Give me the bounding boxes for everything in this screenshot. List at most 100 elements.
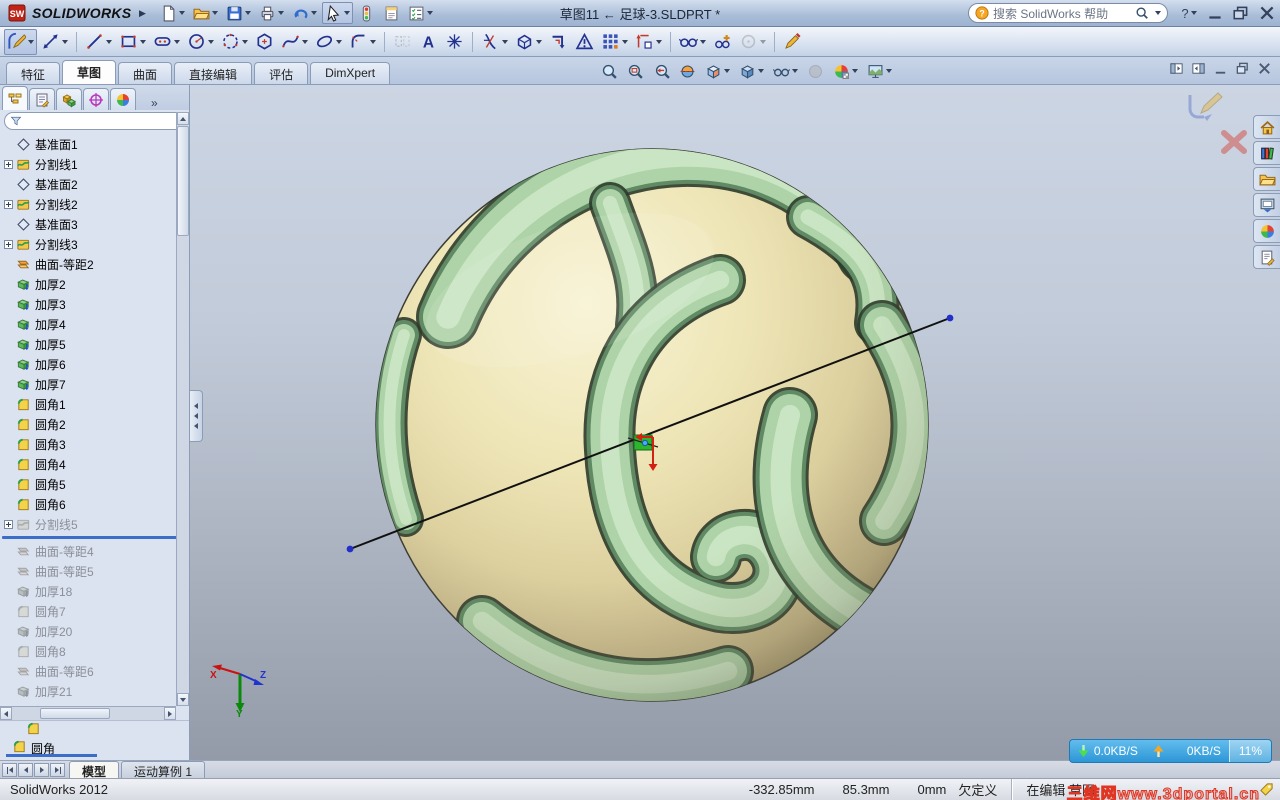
command-tab-DimXpert[interactable]: DimXpert — [310, 62, 391, 84]
zoom-fit-button[interactable] — [598, 60, 621, 82]
panel-tab-featuremanager[interactable] — [2, 86, 28, 110]
dropdown-arrow-icon[interactable] — [242, 39, 248, 44]
repair-sketch-button[interactable] — [572, 29, 597, 55]
tree-item-圆角1[interactable]: 圆角1 — [0, 394, 189, 414]
tree-item-圆角6[interactable]: 圆角6 — [0, 494, 189, 514]
scroll-left-button[interactable] — [0, 707, 12, 720]
hscrollbar-thumb[interactable] — [40, 708, 110, 719]
new-file-button[interactable] — [157, 2, 188, 24]
tree-item-分割线1[interactable]: 分割线1 — [0, 154, 189, 174]
rapid-sketch-button[interactable] — [780, 29, 805, 55]
slot-button[interactable] — [150, 29, 183, 55]
dropdown-arrow-icon[interactable] — [174, 39, 180, 44]
pane-left-doc-button[interactable] — [1169, 61, 1184, 79]
tree-item-加厚7[interactable]: 加厚7 — [0, 374, 189, 394]
linear-pattern-button[interactable] — [598, 29, 631, 55]
scroll-first-tab-button[interactable] — [2, 763, 17, 777]
tree-item-圆角2[interactable]: 圆角2 — [0, 414, 189, 434]
tree-vertical-scrollbar[interactable] — [176, 112, 189, 706]
dropdown-arrow-icon[interactable] — [622, 39, 628, 44]
spline-button[interactable] — [278, 29, 311, 55]
polygon-button[interactable] — [252, 29, 277, 55]
quick-tip-tag-icon[interactable] — [1259, 782, 1274, 797]
soccer-ball[interactable] — [375, 148, 1046, 702]
dropdown-arrow-icon[interactable] — [758, 69, 764, 73]
task-pane-tab-design-library[interactable] — [1253, 141, 1280, 165]
rollback-bar[interactable] — [6, 754, 97, 757]
tree-item-加厚21[interactable]: 加厚21 — [0, 681, 189, 701]
tree-item-基准面1[interactable]: 基准面1 — [0, 134, 189, 154]
scroll-next-tab-button[interactable] — [34, 763, 49, 777]
dropdown-arrow-icon[interactable] — [302, 39, 308, 44]
minimize-doc-button[interactable] — [1213, 61, 1228, 79]
command-tab-直接编辑[interactable]: 直接编辑 — [174, 62, 253, 84]
dropdown-arrow-icon[interactable] — [502, 39, 508, 44]
circle-button[interactable] — [184, 29, 217, 55]
previous-view-button[interactable] — [650, 60, 673, 82]
add-relation-button[interactable] — [710, 29, 735, 55]
scroll-down-button[interactable] — [177, 693, 189, 706]
dropdown-arrow-icon[interactable] — [179, 11, 186, 15]
command-tab-特征[interactable]: 特征 — [6, 62, 61, 84]
tree-item-分割线5[interactable]: 分割线5 — [0, 514, 189, 534]
dropdown-arrow-icon[interactable] — [208, 39, 214, 44]
dropdown-arrow-icon[interactable] — [344, 11, 351, 15]
scroll-right-button[interactable] — [164, 707, 176, 720]
edit-appearance-button[interactable] — [830, 60, 861, 82]
task-pane-tab-view-palette[interactable] — [1253, 193, 1280, 217]
dropdown-arrow-icon[interactable] — [700, 39, 706, 44]
tree-item-圆角3[interactable]: 圆角3 — [0, 434, 189, 454]
minimize-button[interactable] — [1206, 5, 1224, 21]
task-pane-tab-appearances[interactable] — [1253, 219, 1280, 243]
panel-tab-configurationmanager[interactable] — [56, 88, 82, 110]
ellipse-button[interactable] — [312, 29, 345, 55]
dropdown-arrow-icon[interactable] — [245, 11, 252, 15]
tree-filter-box[interactable] — [4, 112, 185, 130]
command-tab-评估[interactable]: 评估 — [254, 62, 309, 84]
dropdown-arrow-icon[interactable] — [760, 39, 766, 44]
tree-item-加厚2[interactable]: 加厚2 — [0, 274, 189, 294]
bottom-tab-运动算例 1[interactable]: 运动算例 1 — [121, 761, 206, 779]
tree-item-基准面3[interactable]: 基准面3 — [0, 214, 189, 234]
close-doc-button[interactable] — [1257, 61, 1272, 79]
model-viewport[interactable]: X Y Z — [190, 85, 1280, 760]
restore-button[interactable] — [1232, 5, 1250, 21]
dropdown-arrow-icon[interactable] — [28, 39, 34, 44]
scroll-up-button[interactable] — [177, 112, 189, 125]
tree-item-加厚5[interactable]: 加厚5 — [0, 334, 189, 354]
dropdown-arrow-icon[interactable] — [106, 39, 112, 44]
checklist-button[interactable] — [405, 2, 436, 24]
save-button[interactable] — [223, 2, 254, 24]
rectangle-button[interactable] — [116, 29, 149, 55]
section-view-button[interactable] — [676, 60, 699, 82]
search-icon[interactable] — [1135, 6, 1149, 20]
search-dropdown-icon[interactable] — [1155, 11, 1161, 15]
dropdown-arrow-icon[interactable] — [311, 11, 318, 15]
display-relations-button[interactable] — [676, 29, 709, 55]
panel-splitter-handle[interactable] — [190, 390, 203, 442]
dropdown-arrow-icon[interactable] — [140, 39, 146, 44]
dropdown-arrow-icon[interactable] — [278, 11, 285, 15]
tree-item-曲面-等距5[interactable]: 曲面-等距5 — [0, 561, 189, 581]
panel-tabs-overflow-button[interactable]: » — [151, 96, 158, 110]
dropdown-arrow-icon[interactable] — [536, 39, 542, 44]
dropdown-arrow-icon[interactable] — [724, 69, 730, 73]
help-button[interactable]: ? — [1180, 5, 1198, 21]
dropdown-arrow-icon[interactable] — [370, 39, 376, 44]
expand-icon[interactable] — [4, 159, 13, 169]
command-tab-曲面[interactable]: 曲面 — [118, 62, 173, 84]
task-pane-tab-file-explorer[interactable] — [1253, 167, 1280, 191]
scroll-last-tab-button[interactable] — [50, 763, 65, 777]
apply-scene-button[interactable] — [864, 60, 895, 82]
tree-item-分割线3[interactable]: 分割线3 — [0, 234, 189, 254]
undo-button[interactable] — [289, 2, 320, 24]
dropdown-arrow-icon[interactable] — [427, 11, 434, 15]
scrollbar-thumb[interactable] — [177, 126, 189, 236]
dropdown-arrow-icon[interactable] — [886, 69, 892, 73]
sketch-button[interactable] — [4, 28, 37, 55]
dropdown-arrow-icon[interactable] — [852, 69, 858, 73]
panel-tab-propertymanager[interactable] — [29, 88, 55, 110]
tree-item-加厚6[interactable]: 加厚6 — [0, 354, 189, 374]
rollback-bar[interactable] — [2, 536, 183, 539]
line-button[interactable] — [82, 29, 115, 55]
